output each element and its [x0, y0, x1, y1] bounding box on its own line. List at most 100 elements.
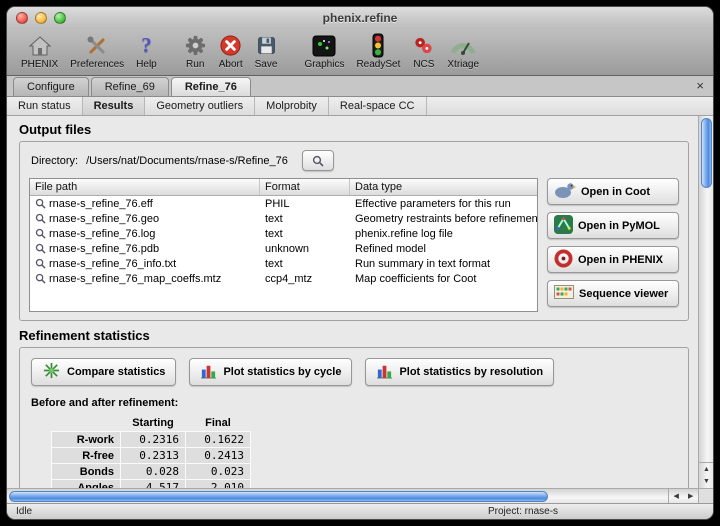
toolbar-label: Xtriage [447, 59, 479, 71]
plot-statistics-by-resolution-button[interactable]: Plot statistics by resolution [365, 358, 554, 386]
stats-corner-cell [52, 416, 121, 432]
button-label: Open in PHENIX [578, 254, 663, 266]
scroll-left-arrow-icon[interactable]: ◀ [669, 489, 684, 503]
tab-refine-69[interactable]: Refine_69 [91, 77, 169, 96]
open-file-actions: Open in Coot Open in PyMOL Open in PHENI… [547, 178, 679, 307]
column-header-data-type[interactable]: Data type [350, 179, 537, 195]
bar-chart-icon [200, 362, 217, 382]
toolbar-button-xtriage[interactable]: Xtriage [441, 31, 485, 72]
vertical-scrollbar-arrows: ▲ ▼ [699, 462, 713, 488]
close-tab-icon[interactable]: × [696, 79, 704, 93]
toolbar-button-phenix[interactable]: PHENIX [15, 31, 64, 72]
horizontal-scrollbar-thumb[interactable] [9, 491, 548, 502]
file-format: PHIL [260, 198, 350, 210]
toolbar-button-graphics[interactable]: Graphics [298, 31, 350, 72]
tab-molprobity[interactable]: Molprobity [255, 97, 329, 115]
stat-final-value: 0.023 [186, 464, 251, 480]
tab-geometry-outliers[interactable]: Geometry outliers [145, 97, 255, 115]
toolbar-label: Abort [219, 59, 243, 71]
toolbar-button-run[interactable]: Run [178, 31, 213, 72]
file-row[interactable]: rnase-s_refine_76.log text phenix.refine… [30, 226, 537, 241]
file-name: rnase-s_refine_76.eff [49, 198, 153, 210]
horizontal-scrollbar[interactable]: ◀ ▶ [7, 488, 698, 503]
sequence-viewer-button[interactable]: Sequence viewer [547, 280, 679, 307]
file-name: rnase-s_refine_76_info.txt [49, 258, 176, 270]
toolbar-button-abort[interactable]: Abort [213, 31, 249, 72]
file-name: rnase-s_refine_76.log [49, 228, 155, 240]
tab-label: Real-space CC [340, 100, 415, 112]
open-in-coot-button[interactable]: Open in Coot [547, 178, 679, 205]
open-in-phenix-button[interactable]: Open in PHENIX [547, 246, 679, 273]
column-header-file-path[interactable]: File path [30, 179, 260, 195]
tab-run-status[interactable]: Run status [7, 97, 83, 115]
phenix-refine-window: phenix.refine PHENIX Preferences ? Help … [7, 7, 713, 519]
zoom-window-button[interactable] [54, 12, 66, 24]
stats-row-bonds: Bonds 0.028 0.023 [52, 464, 251, 480]
status-bar: Idle Project: rnase-s [7, 503, 713, 519]
tab-configure[interactable]: Configure [13, 77, 89, 96]
toolbar-label: Save [255, 59, 278, 71]
title-bar[interactable]: phenix.refine [7, 7, 713, 29]
close-window-button[interactable] [16, 12, 28, 24]
magnifier-icon[interactable] [35, 198, 46, 209]
scroll-right-arrow-icon[interactable]: ▶ [684, 489, 699, 503]
magnifier-icon[interactable] [35, 213, 46, 224]
file-row[interactable]: rnase-s_refine_76_info.txt text Run summ… [30, 256, 537, 271]
magnifier-icon[interactable] [35, 258, 46, 269]
toolbar: PHENIX Preferences ? Help Run Abort [7, 29, 713, 76]
tab-label: Refine_69 [105, 81, 155, 93]
magnifier-icon [312, 155, 324, 167]
file-row[interactable]: rnase-s_refine_76_map_coeffs.mtz ccp4_mt… [30, 271, 537, 286]
file-datatype: Geometry restraints before refinement [350, 213, 537, 225]
table-header-row: File path Format Data type [30, 179, 537, 196]
tab-label: Run status [18, 100, 71, 112]
tab-real-space-cc[interactable]: Real-space CC [329, 97, 427, 115]
toolbar-button-help[interactable]: ? Help [130, 31, 163, 72]
bar-chart-icon [376, 362, 393, 382]
tab-refine-76[interactable]: Refine_76 [171, 77, 251, 96]
button-label: Compare statistics [67, 366, 165, 378]
magnifier-icon[interactable] [35, 243, 46, 254]
before-after-table: Starting Final R-work 0.2316 0.1622 R-fr… [51, 416, 251, 488]
scroll-view: Output files Directory: /Users/nat/Docum… [7, 116, 698, 488]
project-label: Project: rnase-s [488, 506, 558, 517]
file-format: text [260, 228, 350, 240]
status-text: Idle [16, 506, 32, 517]
toolbar-label: Run [186, 59, 204, 71]
home-icon [28, 32, 52, 59]
toolbar-button-preferences[interactable]: Preferences [64, 31, 130, 72]
compare-statistics-button[interactable]: Compare statistics [31, 358, 176, 386]
stats-row-r-work: R-work 0.2316 0.1622 [52, 432, 251, 448]
file-row[interactable]: rnase-s_refine_76.eff PHIL Effective par… [30, 196, 537, 211]
file-row[interactable]: rnase-s_refine_76.geo text Geometry rest… [30, 211, 537, 226]
vertical-scrollbar-thumb[interactable] [701, 118, 712, 188]
browse-directory-button[interactable] [302, 150, 334, 171]
scroll-down-arrow-icon[interactable]: ▼ [699, 476, 713, 489]
window-title: phenix.refine [7, 7, 713, 29]
window-controls [16, 12, 66, 24]
magnifier-icon[interactable] [35, 228, 46, 239]
file-format: text [260, 213, 350, 225]
toolbar-button-save[interactable]: Save [249, 31, 284, 72]
stat-starting-value: 0.2316 [121, 432, 186, 448]
file-datatype: Effective parameters for this run [350, 198, 537, 210]
stats-row-r-free: R-free 0.2313 0.2413 [52, 448, 251, 464]
results-panel: Output files Directory: /Users/nat/Docum… [7, 116, 713, 503]
minimize-window-button[interactable] [35, 12, 47, 24]
plot-statistics-by-cycle-button[interactable]: Plot statistics by cycle [189, 358, 352, 386]
vertical-scrollbar[interactable]: ▲ ▼ [698, 116, 713, 488]
file-row[interactable]: rnase-s_refine_76.pdb unknown Refined mo… [30, 241, 537, 256]
tab-results[interactable]: Results [83, 97, 146, 115]
coot-bird-icon [554, 181, 576, 202]
stats-column-starting: Starting [121, 416, 186, 432]
column-header-format[interactable]: Format [260, 179, 350, 195]
pymol-icon [554, 215, 573, 237]
directory-label: Directory: [31, 155, 78, 167]
scroll-up-arrow-icon[interactable]: ▲ [699, 463, 713, 476]
file-datatype: phenix.refine log file [350, 228, 537, 240]
open-in-pymol-button[interactable]: Open in PyMOL [547, 212, 679, 239]
magnifier-icon[interactable] [35, 273, 46, 284]
toolbar-button-readyset[interactable]: ReadySet [350, 31, 406, 72]
help-icon: ? [141, 32, 152, 59]
toolbar-button-ncs[interactable]: NCS [406, 31, 441, 72]
